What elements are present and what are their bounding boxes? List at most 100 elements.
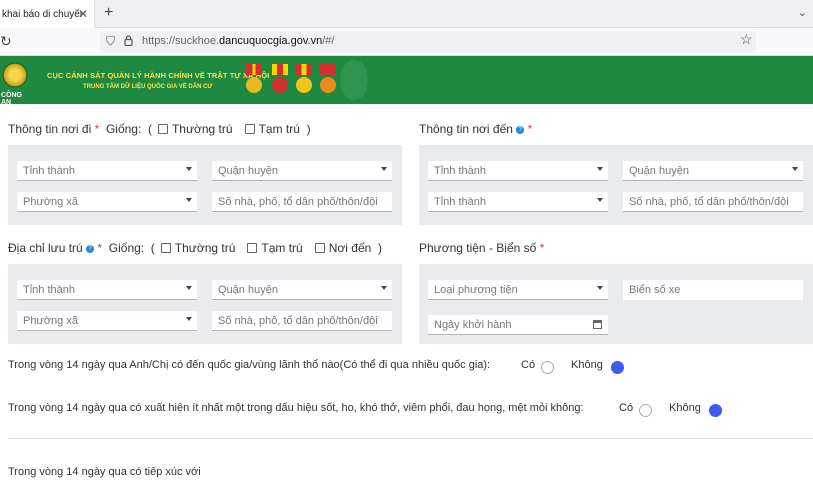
lock-icon[interactable]	[124, 35, 133, 46]
dropdown-caret-icon	[597, 167, 603, 171]
medal-icon	[272, 64, 288, 96]
url-prefix: https://suckhoe.	[142, 35, 220, 47]
tab-title: khai báo di chuyển nội	[2, 8, 82, 20]
destination-address-placeholder: Số nhà, phố, tổ dân phố/thôn/đội	[629, 196, 789, 208]
residence-ward-select[interactable]: Phường xã	[17, 311, 197, 331]
info-icon[interactable]: ?	[86, 244, 95, 253]
residence-temporary-checkbox[interactable]	[247, 243, 258, 253]
origin-panel: Tỉnh thành Quận huyện Phường xã Số nhà, …	[8, 145, 402, 225]
q1-no-label: Không	[571, 359, 603, 371]
destination-address-input[interactable]: Số nhà, phố, tổ dân phố/thôn/đội	[623, 192, 803, 212]
vehicle-type-select[interactable]: Loại phương tiện	[428, 280, 608, 300]
url-path: /#/	[322, 35, 335, 47]
residence-destination-label: Nơi đến	[328, 241, 372, 255]
medal-icon	[320, 64, 336, 96]
departure-date-input[interactable]: Ngày khởi hành	[428, 315, 608, 335]
section-divider	[8, 438, 813, 439]
calendar-icon[interactable]	[593, 320, 602, 329]
emblem-star-icon	[2, 62, 28, 88]
required-marker: *	[94, 122, 100, 136]
departure-date-placeholder: Ngày khởi hành	[434, 319, 512, 331]
residence-province-select[interactable]: Tỉnh thành	[17, 280, 197, 300]
origin-title: Thông tin nơi đi	[8, 122, 92, 136]
q2-no-radio[interactable]	[709, 404, 722, 417]
medal-icon	[296, 64, 312, 96]
new-tab-button[interactable]: +	[104, 4, 113, 22]
emblem-label: CÔNG AN	[1, 92, 22, 106]
residence-permanent-checkbox[interactable]	[160, 243, 171, 253]
origin-district-placeholder: Quận huyện	[218, 165, 278, 177]
residence-section-title: Địa chỉ lưu trú ? * Giống: ( Thường trú Tạ…	[8, 241, 382, 255]
url-domain: dancuquocgia.gov.vn	[219, 35, 323, 47]
q1-no-radio[interactable]	[611, 361, 624, 374]
residence-title: Địa chỉ lưu trú	[8, 241, 83, 255]
destination-ward-select[interactable]: Tỉnh thành	[428, 192, 608, 212]
residence-same-label: Giống:	[108, 241, 145, 255]
bookmark-star-icon[interactable]: ☆	[740, 31, 753, 48]
residence-panel: Tỉnh thành Quận huyện Phường xã Số nhà, …	[8, 264, 402, 344]
vehicle-section-title: Phương tiện - Biển số *	[419, 241, 544, 255]
origin-address-input[interactable]: Số nhà, phố, tổ dân phố/thôn/đội	[212, 192, 392, 212]
destination-panel: Tỉnh thành Quận huyện Tỉnh thành Số nhà,…	[419, 145, 813, 225]
q1-yes-radio[interactable]	[541, 361, 554, 374]
dropdown-caret-icon	[792, 167, 798, 171]
tab-list-chevron-icon[interactable]: ⌄	[798, 6, 807, 19]
origin-ward-select[interactable]: Phường xã	[17, 192, 197, 212]
origin-temporary-checkbox[interactable]	[244, 124, 255, 134]
origin-permanent-label: Thường trú	[171, 122, 233, 136]
residence-close-paren: )	[377, 241, 382, 255]
q2-no-label: Không	[669, 402, 701, 414]
info-icon[interactable]: ?	[516, 125, 525, 134]
shield-icon[interactable]: ⛉	[106, 34, 115, 49]
q1-yes-label: Có	[521, 359, 536, 371]
origin-same-label: Giống:	[105, 122, 142, 136]
origin-ward-placeholder: Phường xã	[23, 196, 78, 208]
origin-temporary-label: Tạm trú	[258, 122, 300, 136]
residence-temporary-label: Tạm trú	[261, 241, 303, 255]
origin-province-placeholder: Tỉnh thành	[23, 165, 75, 177]
residence-destination-checkbox[interactable]	[314, 243, 325, 253]
vehicle-plate-input[interactable]: Biển số xe	[623, 280, 803, 300]
vehicle-title: Phương tiện - Biển số	[419, 241, 537, 255]
destination-province-placeholder: Tỉnh thành	[434, 165, 486, 177]
q1-text: Trong vòng 14 ngày qua Anh/Chị có đến qu…	[8, 359, 491, 371]
residence-open-paren: (	[150, 241, 155, 255]
origin-address-placeholder: Số nhà, phố, tổ dân phố/thôn/đội	[218, 196, 378, 208]
police-emblem-logo: CÔNG AN	[0, 56, 32, 106]
banner-subtitle: TRUNG TÂM DỮ LIỆU QUỐC GIA VỀ DÂN CƯ	[83, 84, 213, 90]
q3-text: Trong vòng 14 ngày qua có tiếp xúc với	[8, 466, 201, 478]
close-icon[interactable]: ✕	[78, 7, 88, 21]
reload-icon[interactable]: ↻	[0, 33, 12, 50]
origin-district-select[interactable]: Quận huyện	[212, 161, 392, 181]
origin-section-title: Thông tin nơi đi * Giống: ( Thường trú Tạm…	[8, 122, 311, 136]
address-bar[interactable]: ⛉ https://suckhoe.dancuquocgia.gov.vn/#/	[100, 31, 756, 53]
destination-district-placeholder: Quận huyện	[629, 165, 689, 177]
browser-tab[interactable]: khai báo di chuyển nội ✕	[0, 0, 95, 28]
origin-permanent-checkbox[interactable]	[157, 124, 168, 134]
residence-district-placeholder: Quận huyện	[218, 284, 278, 296]
banner-title: CỤC CẢNH SÁT QUẢN LÝ HÀNH CHÍNH VỀ TRẬT …	[47, 71, 270, 80]
residence-address-placeholder: Số nhà, phố, tổ dân phố/thôn/đội	[218, 315, 378, 327]
destination-ward-placeholder: Tỉnh thành	[434, 196, 486, 208]
q2-yes-label: Có	[619, 402, 634, 414]
dropdown-caret-icon	[381, 286, 387, 290]
destination-province-select[interactable]: Tỉnh thành	[428, 161, 608, 181]
required-marker: *	[97, 241, 103, 255]
q2-text: Trong vòng 14 ngày qua có xuất hiện ít n…	[8, 402, 584, 414]
origin-open-paren: (	[147, 122, 152, 136]
dropdown-caret-icon	[597, 198, 603, 202]
dropdown-caret-icon	[381, 167, 387, 171]
dropdown-caret-icon	[597, 286, 603, 290]
q2-yes-radio[interactable]	[639, 404, 652, 417]
dropdown-caret-icon	[186, 286, 192, 290]
banner-watermark-icon	[340, 60, 368, 100]
destination-title: Thông tin nơi đến	[419, 122, 513, 136]
origin-province-select[interactable]: Tỉnh thành	[17, 161, 197, 181]
residence-district-select[interactable]: Quận huyện	[212, 280, 392, 300]
residence-permanent-label: Thường trú	[174, 241, 236, 255]
vehicle-plate-placeholder: Biển số xe	[629, 284, 681, 296]
residence-province-placeholder: Tỉnh thành	[23, 284, 75, 296]
destination-district-select[interactable]: Quận huyện	[623, 161, 803, 181]
destination-section-title: Thông tin nơi đến ? *	[419, 122, 532, 136]
residence-address-input[interactable]: Số nhà, phố, tổ dân phố/thôn/đội	[212, 311, 392, 331]
